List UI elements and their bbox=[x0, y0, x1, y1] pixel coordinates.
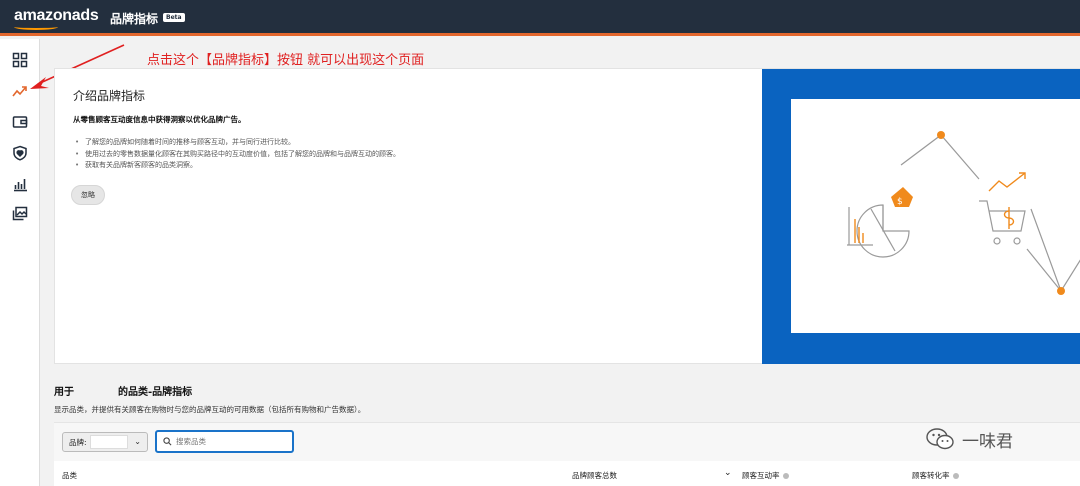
section-title-prefix: 用于 bbox=[54, 387, 74, 398]
wechat-icon bbox=[926, 428, 954, 450]
annotation-text: 点击这个【品牌指标】按钮 就可以出现这个页面 bbox=[147, 53, 425, 68]
info-icon[interactable] bbox=[952, 473, 959, 479]
bar-chart-icon[interactable] bbox=[12, 176, 28, 192]
category-search-box[interactable] bbox=[155, 430, 294, 453]
column-header-conversion-rate[interactable]: 顾客转化率 bbox=[912, 470, 959, 481]
chevron-down-icon: ⌄ bbox=[134, 437, 141, 446]
illustration-canvas: $ bbox=[791, 99, 1080, 333]
section-description: 显示品类，并提供有关顾客在购物时与您的品牌互动的可用数据（包括所有购物和广告数据… bbox=[54, 405, 366, 414]
intro-bullet-list: 了解您的品牌如何随着时间的推移与顾客互动，并与同行进行比较。 使用过去的零售数据… bbox=[75, 137, 400, 172]
dollar-glyph: $ bbox=[897, 197, 903, 207]
column-header-total-brand-customers[interactable]: 品牌顾客总数 bbox=[572, 470, 617, 481]
sort-chevron-icon[interactable]: ⌄ bbox=[724, 468, 732, 478]
intro-subtitle: 从零售顾客互动度信息中获得洞察以优化品牌广告。 bbox=[73, 115, 246, 124]
column-header-label: 顾客互动率 bbox=[742, 471, 780, 480]
illustration-graphic: $ bbox=[847, 131, 1080, 295]
info-icon[interactable] bbox=[782, 473, 789, 479]
intro-card: 介绍品牌指标 从零售顾客互动度信息中获得洞察以优化品牌广告。 了解您的品牌如何随… bbox=[54, 68, 1080, 364]
column-header-engagement-rate[interactable]: 顾客互动率 bbox=[742, 470, 789, 481]
column-header-label: 顾客转化率 bbox=[912, 471, 950, 480]
dismiss-button[interactable]: 忽略 bbox=[71, 185, 105, 205]
intro-bullet: 获取有关品牌新客顾客的品类洞察。 bbox=[75, 160, 400, 172]
brand-select-value bbox=[89, 435, 128, 449]
section-title-suffix: 的品类-品牌指标 bbox=[118, 387, 193, 398]
intro-bullet: 使用过去的零售数据量化顾客在其购买路径中的互动度价值，包括了解您的品牌和与品牌互… bbox=[75, 149, 400, 161]
watermark-text: 一味君 bbox=[962, 431, 1013, 452]
search-icon bbox=[163, 437, 172, 446]
shield-heart-icon[interactable] bbox=[12, 145, 28, 161]
brand-select-label: 品牌: bbox=[69, 437, 87, 447]
intro-title: 介绍品牌指标 bbox=[73, 89, 146, 103]
column-header-category[interactable]: 品类 bbox=[62, 470, 77, 481]
section-title: 用于 的品类-品牌指标 bbox=[54, 383, 192, 398]
brand-select[interactable]: 品牌: ⌄ bbox=[62, 432, 148, 452]
intro-illustration: $ bbox=[762, 69, 1080, 364]
intro-bullet: 了解您的品牌如何随着时间的推移与顾客互动，并与同行进行比较。 bbox=[75, 137, 400, 149]
category-search-input[interactable] bbox=[176, 437, 276, 446]
wechat-watermark: 一味君 bbox=[926, 424, 1046, 454]
media-library-icon[interactable] bbox=[12, 206, 28, 222]
